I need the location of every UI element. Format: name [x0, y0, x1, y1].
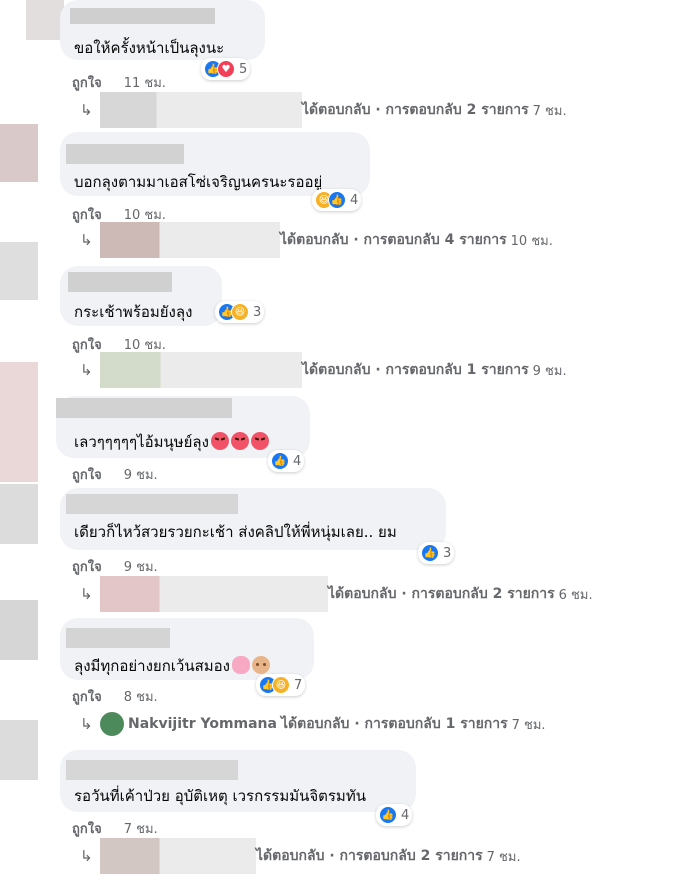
like-link[interactable]: ถูกใจ [72, 818, 102, 839]
reply-summary[interactable]: ↳ ได้ตอบกลับ · การตอบกลับ 4 รายการ 10 ชม… [80, 222, 553, 258]
reply-avatars [100, 576, 328, 612]
comment-meta: ถูกใจ 8 ชม. [72, 686, 158, 707]
timestamp[interactable]: 9 ชม. [124, 556, 158, 577]
reply-summary[interactable]: ↳ Nakvijitr Yommana ได้ตอบกลับ · การตอบก… [80, 712, 546, 736]
comment-text: ลุงมีทุกอย่างยกเว้นสมอง [74, 654, 270, 678]
avatar[interactable] [0, 484, 38, 544]
comment-text: รอวันที่เค้าป่วย อุบัติเหตุ เวรกรรมมันจิ… [74, 787, 366, 805]
reply-time: 9 ชม. [532, 363, 567, 379]
comment-text: บอกลุงตามมาเอสโซ่เจริญนครนะรออยู่ [74, 173, 323, 191]
timestamp[interactable]: 9 ชม. [124, 464, 158, 485]
reaction-summary[interactable]: 👍 4 [268, 450, 305, 472]
reply-avatars [100, 222, 280, 258]
haha-icon: 😆 [272, 676, 290, 694]
reaction-count: 4 [350, 192, 359, 208]
reaction-count: 7 [294, 677, 303, 693]
commenter-name[interactable] [56, 398, 232, 418]
reply-summary[interactable]: ↳ ได้ตอบกลับ · การตอบกลับ 1 รายการ 9 ชม. [80, 352, 567, 388]
comment-meta: ถูกใจ 9 ชม. [72, 464, 158, 485]
reaction-count: 5 [239, 61, 248, 77]
reaction-summary[interactable]: 👍 3 [418, 542, 455, 564]
avatar[interactable] [0, 242, 38, 300]
reaction-count: 3 [443, 545, 452, 561]
commenter-name[interactable] [66, 144, 184, 164]
commenter-name[interactable] [68, 272, 172, 292]
reply-summary[interactable]: ↳ ได้ตอบกลับ · การตอบกลับ 2 รายการ 7 ชม. [80, 92, 567, 128]
reply-action: ได้ตอบกลับ · การตอบกลับ 1 รายการ [280, 716, 508, 732]
avatar[interactable] [26, 0, 64, 40]
reaction-count: 3 [253, 304, 262, 320]
like-link[interactable]: ถูกใจ [72, 686, 102, 707]
comment-meta: ถูกใจ 9 ชม. [72, 556, 158, 577]
comment-text: ขอให้ครั้งหน้าเป็นลุงนะ [74, 39, 225, 57]
reaction-summary[interactable]: 👍 4 [376, 804, 413, 826]
angry-emoji-icon [250, 432, 269, 450]
reaction-count: 4 [401, 807, 410, 823]
reply-time: 7 ชม. [532, 103, 567, 119]
reply-time: 7 ชม. [486, 849, 521, 865]
reply-avatars [100, 838, 256, 874]
reply-summary[interactable]: ↳ ได้ตอบกลับ · การตอบกลับ 2 รายการ 6 ชม. [80, 576, 593, 612]
reaction-summary[interactable]: 👍 ♥ 5 [201, 58, 251, 80]
comment-text: กระเช้าพร้อมยังลุง [74, 303, 193, 321]
comment-meta: ถูกใจ 7 ชม. [72, 818, 158, 839]
reply-arrow-icon: ↳ [80, 361, 93, 379]
commenter-name[interactable] [66, 494, 238, 514]
reply-avatars [100, 92, 302, 128]
avatar[interactable] [0, 720, 38, 780]
reply-arrow-icon: ↳ [80, 585, 93, 603]
like-link[interactable]: ถูกใจ [72, 464, 102, 485]
avatar[interactable] [0, 362, 38, 482]
reply-arrow-icon: ↳ [80, 231, 93, 249]
brain-emoji-icon [231, 656, 250, 674]
timestamp[interactable]: 11 ชม. [124, 72, 166, 93]
comment-text-body: เลวๆๆๆๆๆไอ้มนุษย์ลุง [74, 433, 209, 451]
face-emoji-icon [251, 656, 270, 674]
like-icon: 👍 [421, 544, 439, 562]
reply-time: 7 ชม. [511, 717, 546, 733]
commenter-name[interactable] [66, 628, 170, 648]
like-icon: 👍 [328, 191, 346, 209]
like-icon: 👍 [271, 452, 289, 470]
comment-text-body: ลุงมีทุกอย่างยกเว้นสมอง [74, 657, 230, 675]
reply-arrow-icon: ↳ [80, 847, 93, 865]
timestamp[interactable]: 7 ชม. [124, 818, 158, 839]
reply-avatars [100, 352, 302, 388]
haha-icon: 😆 [231, 303, 249, 321]
comment-text: เลวๆๆๆๆๆไอ้มนุษย์ลุง [74, 430, 269, 454]
reply-avatar[interactable] [100, 712, 124, 736]
love-icon: ♥ [217, 60, 235, 78]
reply-author-name[interactable]: Nakvijitr Yommana [128, 716, 277, 732]
reply-arrow-icon: ↳ [80, 715, 93, 733]
commenter-name[interactable] [66, 760, 238, 780]
reaction-summary[interactable]: 😆 👍 4 [312, 189, 362, 211]
reply-summary[interactable]: ↳ ได้ตอบกลับ · การตอบกลับ 2 รายการ 7 ชม. [80, 838, 521, 874]
reply-time: 10 ชม. [510, 233, 553, 249]
timestamp[interactable]: 8 ชม. [124, 686, 158, 707]
reply-action: ได้ตอบกลับ · การตอบกลับ 4 รายการ [280, 232, 507, 248]
reply-action: ได้ตอบกลับ · การตอบกลับ 2 รายการ [302, 102, 529, 118]
reaction-count: 4 [293, 453, 302, 469]
reaction-summary[interactable]: 👍 😆 3 [215, 301, 265, 323]
angry-emoji-icon [230, 432, 249, 450]
avatar[interactable] [0, 124, 38, 182]
comment-text: เดียวก็ไหว้สวยรวยกะเช้า ส่งคลิปให้พี่หนุ… [74, 523, 397, 541]
like-link[interactable]: ถูกใจ [72, 72, 102, 93]
like-link[interactable]: ถูกใจ [72, 556, 102, 577]
reaction-summary[interactable]: 👍 😆 7 [256, 674, 306, 696]
reply-action: ได้ตอบกลับ · การตอบกลับ 2 รายการ [256, 848, 483, 864]
reply-action: ได้ตอบกลับ · การตอบกลับ 1 รายการ [302, 362, 529, 378]
comment-meta: ถูกใจ 11 ชม. [72, 72, 166, 93]
reply-time: 6 ชม. [558, 587, 593, 603]
reply-action: ได้ตอบกลับ · การตอบกลับ 2 รายการ [328, 586, 555, 602]
avatar[interactable] [0, 600, 38, 660]
like-icon: 👍 [379, 806, 397, 824]
reply-arrow-icon: ↳ [80, 101, 93, 119]
angry-emoji-icon [210, 432, 229, 450]
commenter-name[interactable] [70, 8, 215, 24]
